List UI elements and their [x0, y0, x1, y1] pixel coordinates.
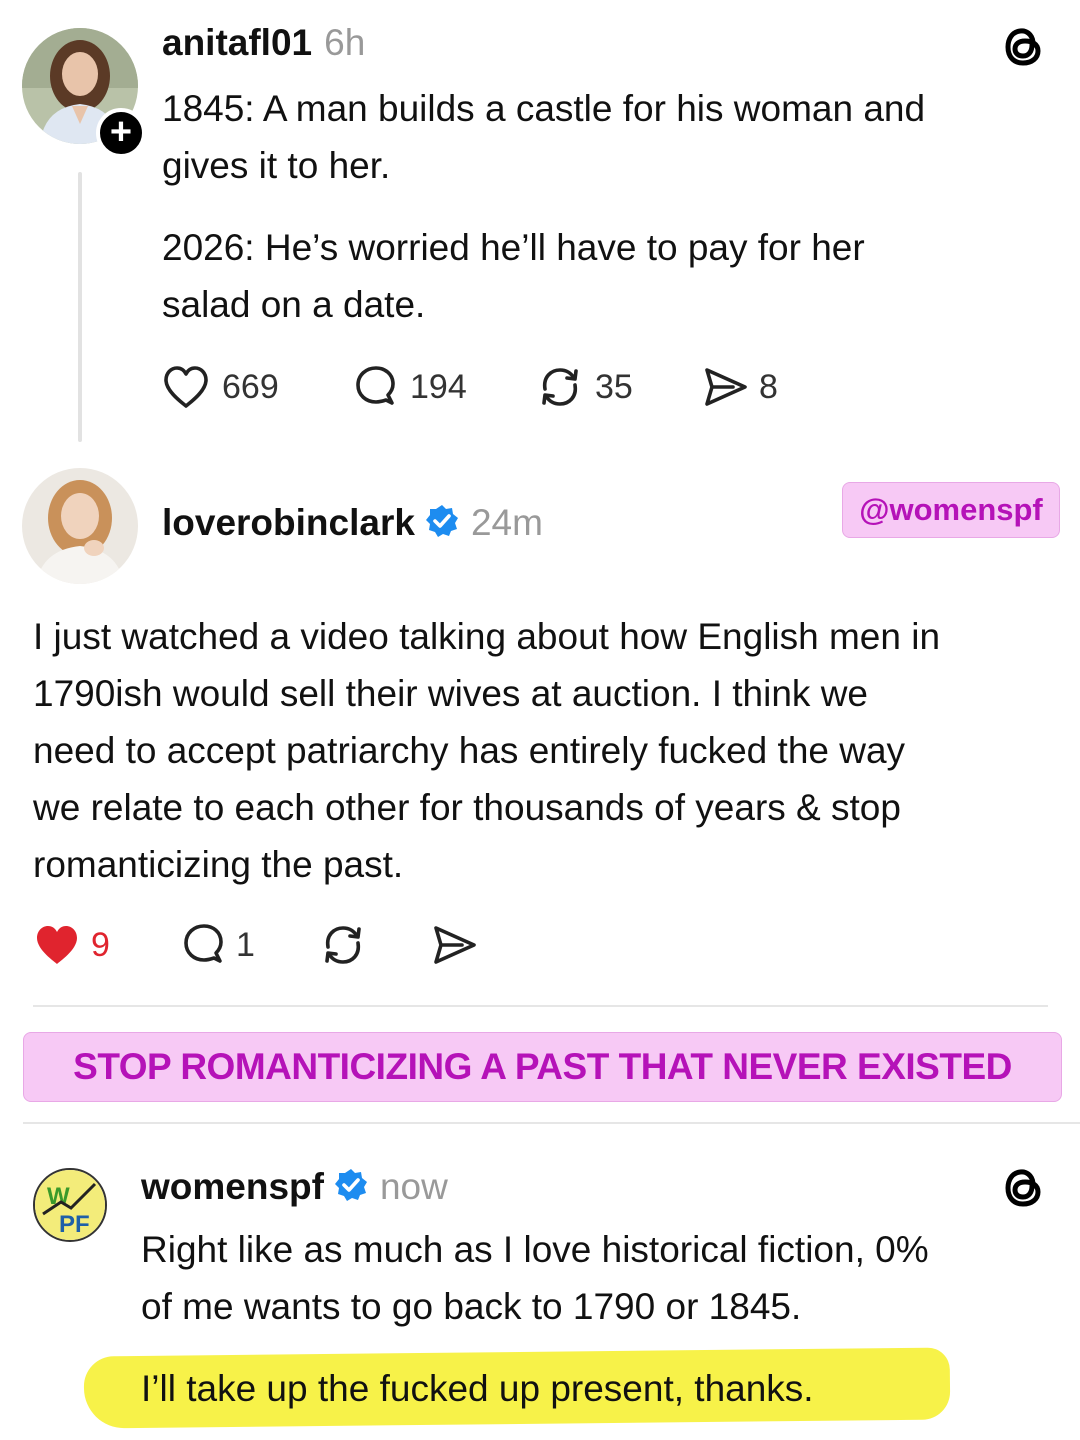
post-line: 2026: He’s worried he’ll have to pay for… [162, 227, 865, 268]
threads-icon[interactable] [1000, 22, 1048, 70]
timestamp: 24m [470, 502, 543, 543]
post-line: Right like as much as I love historical … [141, 1229, 929, 1270]
follow-plus-icon[interactable]: + [96, 108, 146, 158]
heart-filled-icon [37, 926, 77, 964]
username[interactable]: loverobinclark [162, 502, 415, 544]
send-icon [705, 368, 747, 406]
username[interactable]: womenspf [141, 1166, 324, 1208]
send-icon [434, 926, 476, 964]
divider [23, 1122, 1080, 1124]
thread-line [78, 172, 82, 442]
post-line: of me wants to go back to 1790 or 1845. [141, 1286, 802, 1327]
heart-icon [164, 366, 208, 408]
post-line: 1845: A man builds a castle for his woma… [162, 88, 926, 129]
username[interactable]: anitafl01 [162, 22, 312, 64]
share-button[interactable] [432, 920, 478, 970]
post-line: need to accept patriarchy has entirely f… [33, 730, 906, 771]
like-button[interactable]: 9 [33, 920, 110, 970]
like-count: 9 [91, 925, 110, 964]
reply-count: 194 [410, 367, 467, 406]
post-line: salad on a date. [162, 284, 426, 325]
like-button[interactable]: 669 [162, 362, 279, 412]
post-body: 1845: A man builds a castle for his woma… [162, 80, 1042, 333]
comment-icon [184, 924, 223, 963]
post-line: we relate to each other for thousands of… [33, 787, 901, 828]
threads-icon[interactable] [1000, 1163, 1048, 1211]
timestamp: now [379, 1166, 448, 1207]
post-line: I just watched a video talking about how… [33, 616, 941, 657]
reply-count: 1 [236, 925, 255, 964]
like-count: 669 [222, 367, 279, 406]
reply-button[interactable]: 194 [352, 362, 467, 412]
avatar[interactable] [22, 468, 138, 584]
share-button[interactable]: 8 [703, 362, 778, 412]
repost-button[interactable] [318, 920, 368, 970]
headline-banner: STOP ROMANTICIZING A PAST THAT NEVER EXI… [23, 1032, 1062, 1102]
post-header: anitafl01 6h [162, 22, 365, 68]
banner-text: STOP ROMANTICIZING A PAST THAT NEVER EXI… [73, 1046, 1012, 1087]
highlighted-line: I’ll take up the fucked up present, than… [141, 1368, 814, 1409]
post-line: 1790ish would sell their wives at auctio… [33, 673, 868, 714]
repost-button[interactable]: 35 [535, 362, 633, 412]
womenspf-tag[interactable]: @womenspf [842, 482, 1060, 538]
post-line: gives it to her. [162, 145, 391, 186]
verified-icon [425, 504, 459, 543]
divider [33, 1005, 1048, 1007]
post-line: romanticizing the past. [33, 844, 404, 885]
repost-icon [325, 926, 361, 964]
repost-icon [542, 368, 578, 406]
timestamp: 6h [324, 22, 366, 63]
tag-label: @womenspf [859, 492, 1043, 527]
svg-text:PF: PF [59, 1211, 90, 1238]
share-count: 8 [759, 367, 778, 406]
reply-button[interactable]: 1 [180, 920, 255, 970]
avatar[interactable]: W PF [33, 1168, 107, 1242]
comment-icon [356, 366, 395, 405]
post-body: Right like as much as I love historical … [141, 1221, 1061, 1335]
post-header: loverobinclark 24m [162, 500, 543, 546]
repost-count: 35 [595, 367, 633, 406]
verified-icon [334, 1168, 368, 1207]
post-body: I just watched a video talking about how… [33, 608, 1063, 893]
post-header: womenspf now [141, 1164, 448, 1210]
